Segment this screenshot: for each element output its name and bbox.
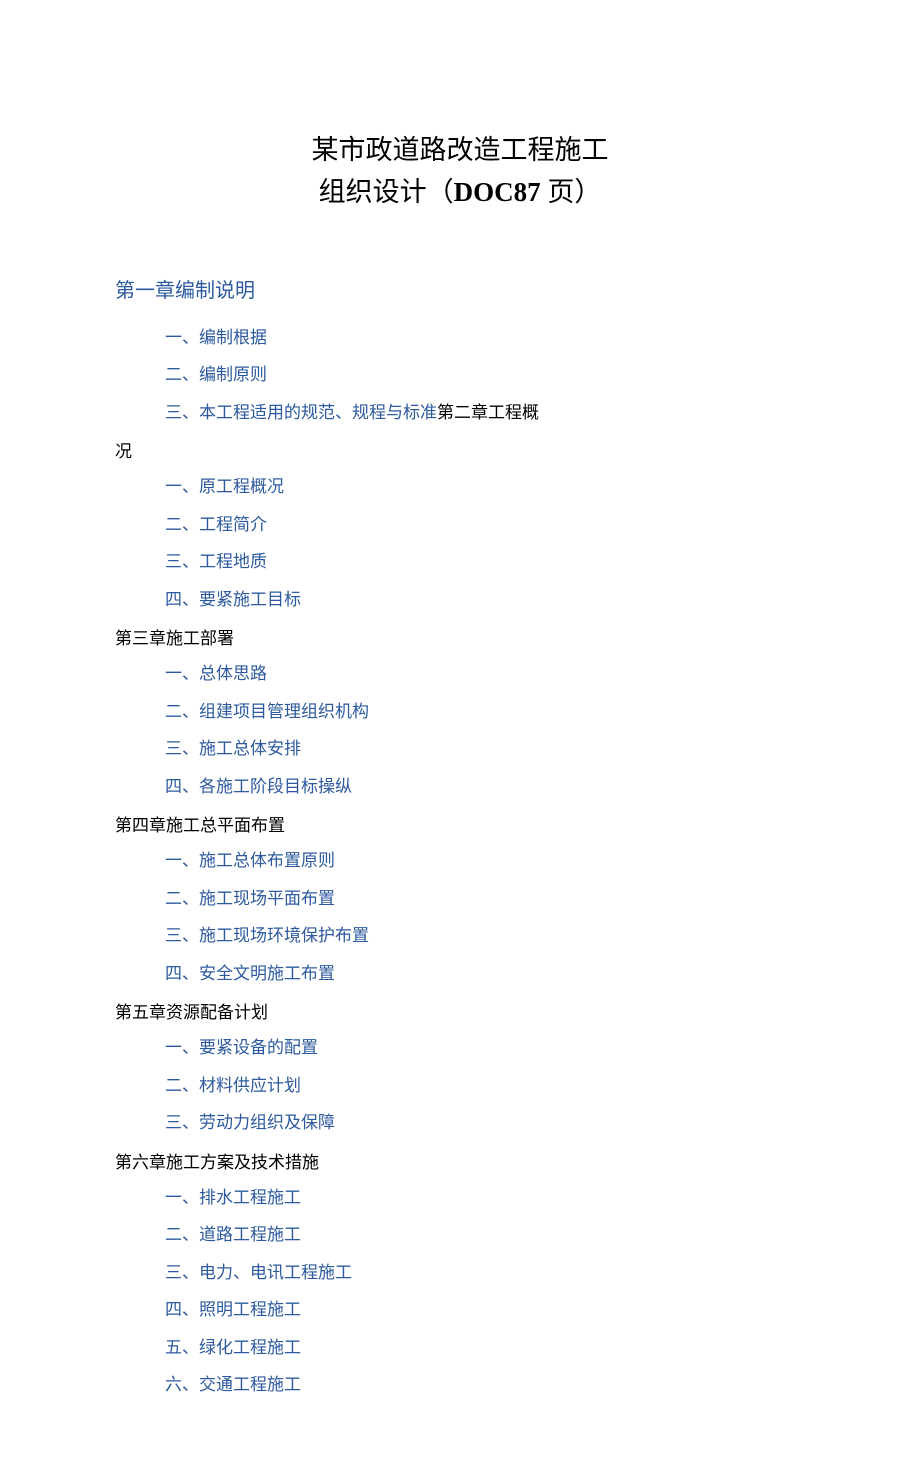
toc-item: 二、工程简介 [165,512,805,538]
toc-item: 四、各施工阶段目标操纵 [165,774,805,800]
toc-link[interactable]: 一、施工总体布置原则 [165,851,335,870]
toc-item: 三、电力、电讯工程施工 [165,1260,805,1286]
toc-link[interactable]: 三、施工总体安排 [165,739,301,758]
toc-item: 二、编制原则 [165,362,805,388]
toc-link[interactable]: 三、电力、电讯工程施工 [165,1263,352,1282]
toc-link[interactable]: 五、绿化工程施工 [165,1338,301,1357]
toc-item: 二、材料供应计划 [165,1073,805,1099]
toc-item: 一、编制根据 [165,325,805,351]
title-line-2-bold: DOC87 [454,177,541,207]
toc-link[interactable]: 三、本工程适用的规范、规程与标准 [165,403,437,422]
toc-link[interactable]: 四、要紧施工目标 [165,590,301,609]
toc-link[interactable]: 二、工程简介 [165,515,267,534]
document-page: 某市政道路改造工程施工 组织设计（DOC87 页） 第一章编制说明 一、编制根据… [0,0,920,1470]
toc-item: 一、要紧设备的配置 [165,1035,805,1061]
toc-link[interactable]: 二、施工现场平面布置 [165,889,335,908]
toc-item: 三、劳动力组织及保障 [165,1110,805,1136]
title-line-2-prefix: 组织设计（ [319,177,454,207]
toc-link[interactable]: 六、交通工程施工 [165,1375,301,1394]
chapter-4-heading: 第四章施工总平面布置 [115,811,805,836]
toc-link[interactable]: 二、编制原则 [165,365,267,384]
toc-item: 六、交通工程施工 [165,1372,805,1398]
toc-item: 一、原工程概况 [165,474,805,500]
toc-link[interactable]: 二、道路工程施工 [165,1225,301,1244]
toc-item: 二、施工现场平面布置 [165,886,805,912]
inline-chapter-text: 第二章工程概 [437,403,539,422]
toc-link[interactable]: 一、排水工程施工 [165,1188,301,1207]
chapter-5-heading: 第五章资源配备计划 [115,998,805,1023]
chapter-3-heading: 第三章施工部署 [115,624,805,649]
toc-item: 一、施工总体布置原则 [165,848,805,874]
toc-item: 三、本工程适用的规范、规程与标准第二章工程概 [165,400,805,426]
chapter-1-heading: 第一章编制说明 [115,274,805,303]
title-line-2-suffix: 页） [541,177,602,207]
toc-item: 四、要紧施工目标 [165,587,805,613]
toc-link[interactable]: 三、劳动力组织及保障 [165,1113,335,1132]
toc-link[interactable]: 一、要紧设备的配置 [165,1038,318,1057]
toc-link[interactable]: 二、组建项目管理组织机构 [165,702,369,721]
toc-item: 二、组建项目管理组织机构 [165,699,805,725]
toc-link[interactable]: 四、各施工阶段目标操纵 [165,777,352,796]
wrap-continuation-text: 况 [115,437,805,462]
toc-link[interactable]: 一、编制根据 [165,328,267,347]
toc-item: 五、绿化工程施工 [165,1335,805,1361]
toc-item: 一、排水工程施工 [165,1185,805,1211]
title-line-1: 某市政道路改造工程施工 [312,135,609,165]
toc-item: 四、安全文明施工布置 [165,961,805,987]
toc-item: 一、总体思路 [165,661,805,687]
toc-link[interactable]: 三、工程地质 [165,552,267,571]
toc-item: 三、施工总体安排 [165,736,805,762]
toc-item: 四、照明工程施工 [165,1297,805,1323]
toc-item: 二、道路工程施工 [165,1222,805,1248]
toc-link[interactable]: 三、施工现场环境保护布置 [165,926,369,945]
chapter-6-heading: 第六章施工方案及技术措施 [115,1148,805,1173]
toc-item: 三、工程地质 [165,549,805,575]
toc-item: 三、施工现场环境保护布置 [165,923,805,949]
document-title: 某市政道路改造工程施工 组织设计（DOC87 页） [115,130,805,214]
toc-link[interactable]: 一、总体思路 [165,664,267,683]
toc-link[interactable]: 四、安全文明施工布置 [165,964,335,983]
toc-link[interactable]: 二、材料供应计划 [165,1076,301,1095]
toc-link[interactable]: 一、原工程概况 [165,477,284,496]
toc-link[interactable]: 四、照明工程施工 [165,1300,301,1319]
